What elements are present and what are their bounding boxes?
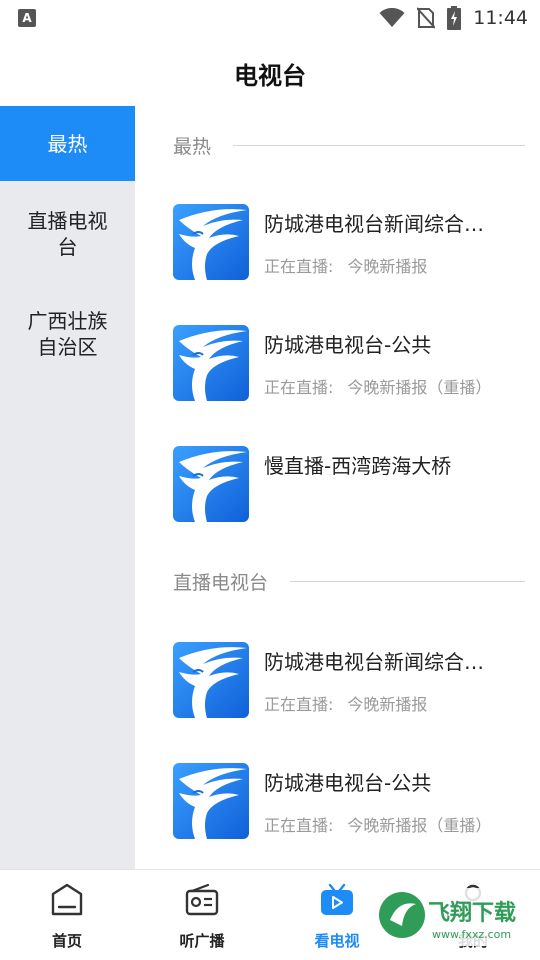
channel-item[interactable]: 防城港电视台-公共 正在直播: 今晚新播报（重播） bbox=[173, 763, 533, 839]
radio-icon bbox=[185, 883, 219, 916]
wifi-icon bbox=[379, 8, 405, 27]
sidebar-item-label: 最热 bbox=[47, 131, 88, 156]
category-sidebar: 最热 直播电视台 广西壮族自治区 bbox=[0, 106, 135, 869]
program-name: 今晚新播报（重播） bbox=[347, 816, 492, 835]
channel-live-status: 正在直播: 今晚新播报 bbox=[264, 691, 427, 715]
section-title: 直播电视台 bbox=[173, 571, 269, 594]
channel-item[interactable]: 慢直播-西湾跨海大桥 bbox=[173, 446, 533, 522]
status-icons: 11:44 bbox=[379, 6, 528, 30]
nav-radio[interactable]: 听广播 bbox=[152, 870, 252, 960]
channel-live-status: 正在直播: 今晚新播报 bbox=[264, 253, 427, 277]
notification-a-icon: A bbox=[18, 9, 36, 27]
no-sim-icon bbox=[417, 7, 436, 29]
channel-item[interactable]: 防城港电视台新闻综合频道 正在直播: 今晚新播报 bbox=[173, 204, 533, 280]
section-header-hot: 最热 bbox=[173, 130, 525, 160]
nav-home[interactable]: 首页 bbox=[17, 870, 117, 960]
status-bar: A 11:44 bbox=[0, 0, 540, 36]
channel-name: 防城港电视台新闻综合频道 bbox=[264, 650, 500, 674]
channel-logo-icon bbox=[173, 763, 249, 839]
section-divider bbox=[233, 144, 525, 146]
channel-name: 防城港电视台-公共 bbox=[264, 333, 432, 357]
sidebar-item-label: 直播电视台 bbox=[27, 208, 108, 259]
sidebar-item-label: 广西壮族自治区 bbox=[27, 308, 108, 359]
watermark-logo: 飞翔下载 www.fxxz.com bbox=[372, 882, 532, 952]
section-title: 最热 bbox=[173, 135, 212, 158]
section-header-live-tv: 直播电视台 bbox=[173, 566, 525, 596]
nav-label: 首页 bbox=[51, 932, 82, 950]
sidebar-item-guangxi[interactable]: 广西壮族自治区 bbox=[0, 286, 135, 381]
sidebar-item-hot[interactable]: 最热 bbox=[0, 106, 135, 181]
channel-live-status: 正在直播: 今晚新播报（重播） bbox=[264, 812, 491, 836]
channel-item[interactable]: 防城港电视台新闻综合频道 正在直播: 今晚新播报 bbox=[173, 642, 533, 718]
section-divider bbox=[290, 580, 525, 582]
channel-name: 防城港电视台新闻综合频道 bbox=[264, 212, 500, 236]
live-prefix: 正在直播: bbox=[264, 378, 334, 397]
program-name: 今晚新播报 bbox=[347, 695, 428, 714]
page-title: 电视台 bbox=[234, 62, 306, 90]
live-prefix: 正在直播: bbox=[264, 257, 334, 276]
channel-name: 慢直播-西湾跨海大桥 bbox=[264, 454, 452, 478]
channel-item[interactable]: 防城港电视台-公共 正在直播: 今晚新播报（重播） bbox=[173, 325, 533, 401]
clock: 11:44 bbox=[473, 7, 528, 29]
channel-logo-icon bbox=[173, 446, 249, 522]
app-header: 电视台 bbox=[0, 36, 540, 106]
program-name: 今晚新播报（重播） bbox=[347, 378, 492, 397]
program-name: 今晚新播报 bbox=[347, 257, 428, 276]
channel-live-status: 正在直播: 今晚新播报（重播） bbox=[264, 374, 491, 398]
channel-logo-icon bbox=[173, 325, 249, 401]
channel-logo-icon bbox=[173, 204, 249, 280]
nav-label: 听广播 bbox=[179, 932, 225, 950]
svg-text:www.fxxz.com: www.fxxz.com bbox=[432, 928, 511, 941]
sidebar-item-live-tv[interactable]: 直播电视台 bbox=[0, 181, 135, 286]
tv-icon bbox=[321, 883, 353, 915]
channel-logo-icon bbox=[173, 642, 249, 718]
live-prefix: 正在直播: bbox=[264, 695, 334, 714]
channel-list: 最热 防城港电视台新闻综合频道 正在直播: 今晚新播报 防城港电视台-公共 正在直… bbox=[135, 106, 540, 869]
live-prefix: 正在直播: bbox=[264, 816, 334, 835]
home-icon bbox=[51, 883, 83, 916]
channel-name: 防城港电视台-公共 bbox=[264, 771, 432, 795]
svg-text:飞翔下载: 飞翔下载 bbox=[428, 900, 516, 926]
battery-charging-icon bbox=[447, 6, 462, 30]
